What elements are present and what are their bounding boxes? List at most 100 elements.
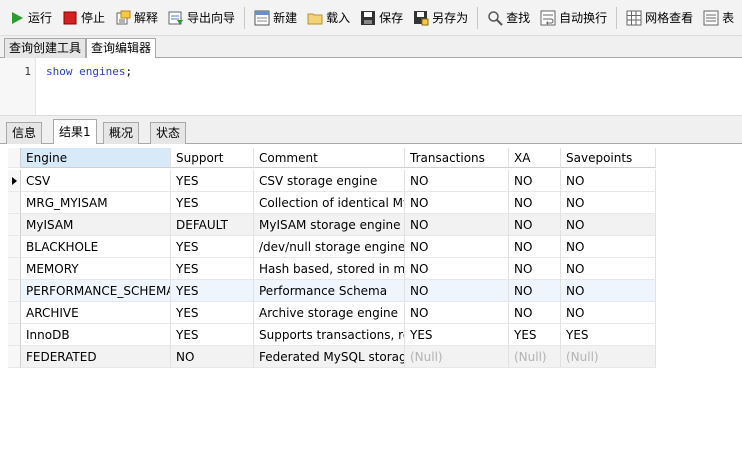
cell-transactions[interactable]: NO: [405, 192, 509, 214]
cell-transactions[interactable]: NO: [405, 280, 509, 302]
cell-support[interactable]: DEFAULT: [171, 214, 254, 236]
row-indicator[interactable]: [8, 346, 21, 368]
cell-support[interactable]: YES: [171, 324, 254, 346]
cell-savepoints[interactable]: NO: [561, 302, 656, 324]
cell-engine[interactable]: CSV: [21, 170, 171, 192]
row-indicator[interactable]: [8, 214, 21, 236]
column-header-transactions[interactable]: Transactions: [405, 148, 509, 168]
table-row[interactable]: PERFORMANCE_SCHEMA YES Performance Schema N…: [8, 280, 656, 302]
cell-xa[interactable]: (Null): [509, 346, 561, 368]
cell-comment[interactable]: Federated MySQL storage engine: [254, 346, 405, 368]
editor-tab-bar: 查询创建工具 查询编辑器: [0, 36, 742, 59]
tab-info[interactable]: 信息: [6, 122, 43, 144]
cell-support[interactable]: YES: [171, 192, 254, 214]
cell-savepoints[interactable]: NO: [561, 280, 656, 302]
cell-xa[interactable]: NO: [509, 192, 561, 214]
cell-engine[interactable]: MEMORY: [21, 258, 171, 280]
cell-engine[interactable]: InnoDB: [21, 324, 171, 346]
export-wizard-button[interactable]: 导出向导: [165, 6, 238, 30]
tab-query-builder[interactable]: 查询创建工具: [4, 38, 87, 59]
form-view-button[interactable]: 表: [700, 6, 737, 30]
column-header-comment[interactable]: Comment: [254, 148, 405, 168]
cell-engine[interactable]: MyISAM: [21, 214, 171, 236]
cell-xa[interactable]: NO: [509, 280, 561, 302]
cell-support[interactable]: YES: [171, 236, 254, 258]
cell-transactions[interactable]: NO: [405, 302, 509, 324]
table-row[interactable]: ARCHIVE YES Archive storage engine NO NO NO: [8, 302, 656, 324]
column-header-support[interactable]: Support: [171, 148, 254, 168]
cell-comment[interactable]: Collection of identical MyISAM tables: [254, 192, 405, 214]
table-row[interactable]: CSV YES CSV storage engine NO NO NO: [8, 170, 656, 192]
cell-xa[interactable]: YES: [509, 324, 561, 346]
cell-savepoints[interactable]: YES: [561, 324, 656, 346]
cell-xa[interactable]: NO: [509, 302, 561, 324]
cell-xa[interactable]: NO: [509, 258, 561, 280]
cell-xa[interactable]: NO: [509, 236, 561, 258]
cell-comment[interactable]: CSV storage engine: [254, 170, 405, 192]
explain-button[interactable]: 解释: [112, 6, 161, 30]
cell-comment[interactable]: Performance Schema: [254, 280, 405, 302]
cell-support[interactable]: YES: [171, 280, 254, 302]
cell-savepoints[interactable]: NO: [561, 236, 656, 258]
cell-savepoints[interactable]: (Null): [561, 346, 656, 368]
column-header-engine[interactable]: Engine: [21, 148, 171, 168]
cell-transactions[interactable]: NO: [405, 236, 509, 258]
row-indicator[interactable]: [8, 258, 21, 280]
cell-transactions[interactable]: (Null): [405, 346, 509, 368]
sql-code-line[interactable]: show engines;: [46, 65, 132, 78]
table-row[interactable]: InnoDBYESSupports transactions, row-leve…: [8, 324, 656, 346]
table-row[interactable]: MEMORYYESHash based, stored in memoryNON…: [8, 258, 656, 280]
cell-xa[interactable]: NO: [509, 214, 561, 236]
cell-engine[interactable]: ARCHIVE: [21, 302, 171, 324]
tab-result1[interactable]: 结果1: [53, 119, 97, 145]
save-button[interactable]: 保存: [357, 6, 406, 30]
cell-comment[interactable]: Hash based, stored in memory: [254, 258, 405, 280]
cell-comment[interactable]: /dev/null storage engine: [254, 236, 405, 258]
column-header-savepoints[interactable]: Savepoints: [561, 148, 656, 168]
table-row[interactable]: BLACKHOLE YES/dev/null storage engine NO NO…: [8, 236, 656, 258]
save-as-button[interactable]: 另存为: [410, 6, 471, 30]
sql-editor[interactable]: 1 show engines;: [0, 58, 742, 116]
cell-support[interactable]: YES: [171, 258, 254, 280]
cell-support[interactable]: NO: [171, 346, 254, 368]
row-indicator[interactable]: [8, 302, 21, 324]
row-indicator[interactable]: [8, 280, 21, 302]
new-label: 新建: [273, 11, 298, 25]
tab-query-editor[interactable]: 查询编辑器: [86, 38, 157, 59]
row-indicator[interactable]: [8, 236, 21, 258]
cell-savepoints[interactable]: NO: [561, 214, 656, 236]
cell-savepoints[interactable]: NO: [561, 170, 656, 192]
column-header-xa[interactable]: XA: [509, 148, 561, 168]
cell-xa[interactable]: NO: [509, 170, 561, 192]
cell-transactions[interactable]: NO: [405, 214, 509, 236]
cell-transactions[interactable]: NO: [405, 170, 509, 192]
stop-button[interactable]: 停止: [59, 6, 108, 30]
table-row[interactable]: MRG_MYISAMYESCollection of identical MyI…: [8, 192, 656, 214]
run-button[interactable]: 运行: [6, 6, 55, 30]
word-wrap-button[interactable]: 自动换行: [537, 6, 610, 30]
load-button[interactable]: 载入: [304, 6, 353, 30]
grid-view-button[interactable]: 网格查看: [623, 6, 696, 30]
row-indicator[interactable]: [8, 192, 21, 214]
tab-profile[interactable]: 概况: [103, 122, 140, 144]
cell-support[interactable]: YES: [171, 170, 254, 192]
find-button[interactable]: 查找: [484, 6, 533, 30]
cell-savepoints[interactable]: NO: [561, 258, 656, 280]
table-row[interactable]: MyISAM DEFAULT MyISAM storage engine NO NO NO: [8, 214, 656, 236]
cell-transactions[interactable]: YES: [405, 324, 509, 346]
tab-status[interactable]: 状态: [150, 122, 187, 144]
cell-savepoints[interactable]: NO: [561, 192, 656, 214]
cell-transactions[interactable]: NO: [405, 258, 509, 280]
cell-engine[interactable]: PERFORMANCE_SCHEMA: [21, 280, 171, 302]
row-indicator[interactable]: [8, 170, 21, 192]
cell-comment[interactable]: MyISAM storage engine: [254, 214, 405, 236]
new-button[interactable]: 新建: [251, 6, 300, 30]
cell-engine[interactable]: BLACKHOLE: [21, 236, 171, 258]
cell-engine[interactable]: FEDERATED: [21, 346, 171, 368]
cell-comment[interactable]: Archive storage engine: [254, 302, 405, 324]
cell-comment[interactable]: Supports transactions, row-level locking: [254, 324, 405, 346]
table-row[interactable]: FEDERATEDNOFederated MySQL storage engin…: [8, 346, 656, 368]
cell-support[interactable]: YES: [171, 302, 254, 324]
row-indicator[interactable]: [8, 324, 21, 346]
cell-engine[interactable]: MRG_MYISAM: [21, 192, 171, 214]
